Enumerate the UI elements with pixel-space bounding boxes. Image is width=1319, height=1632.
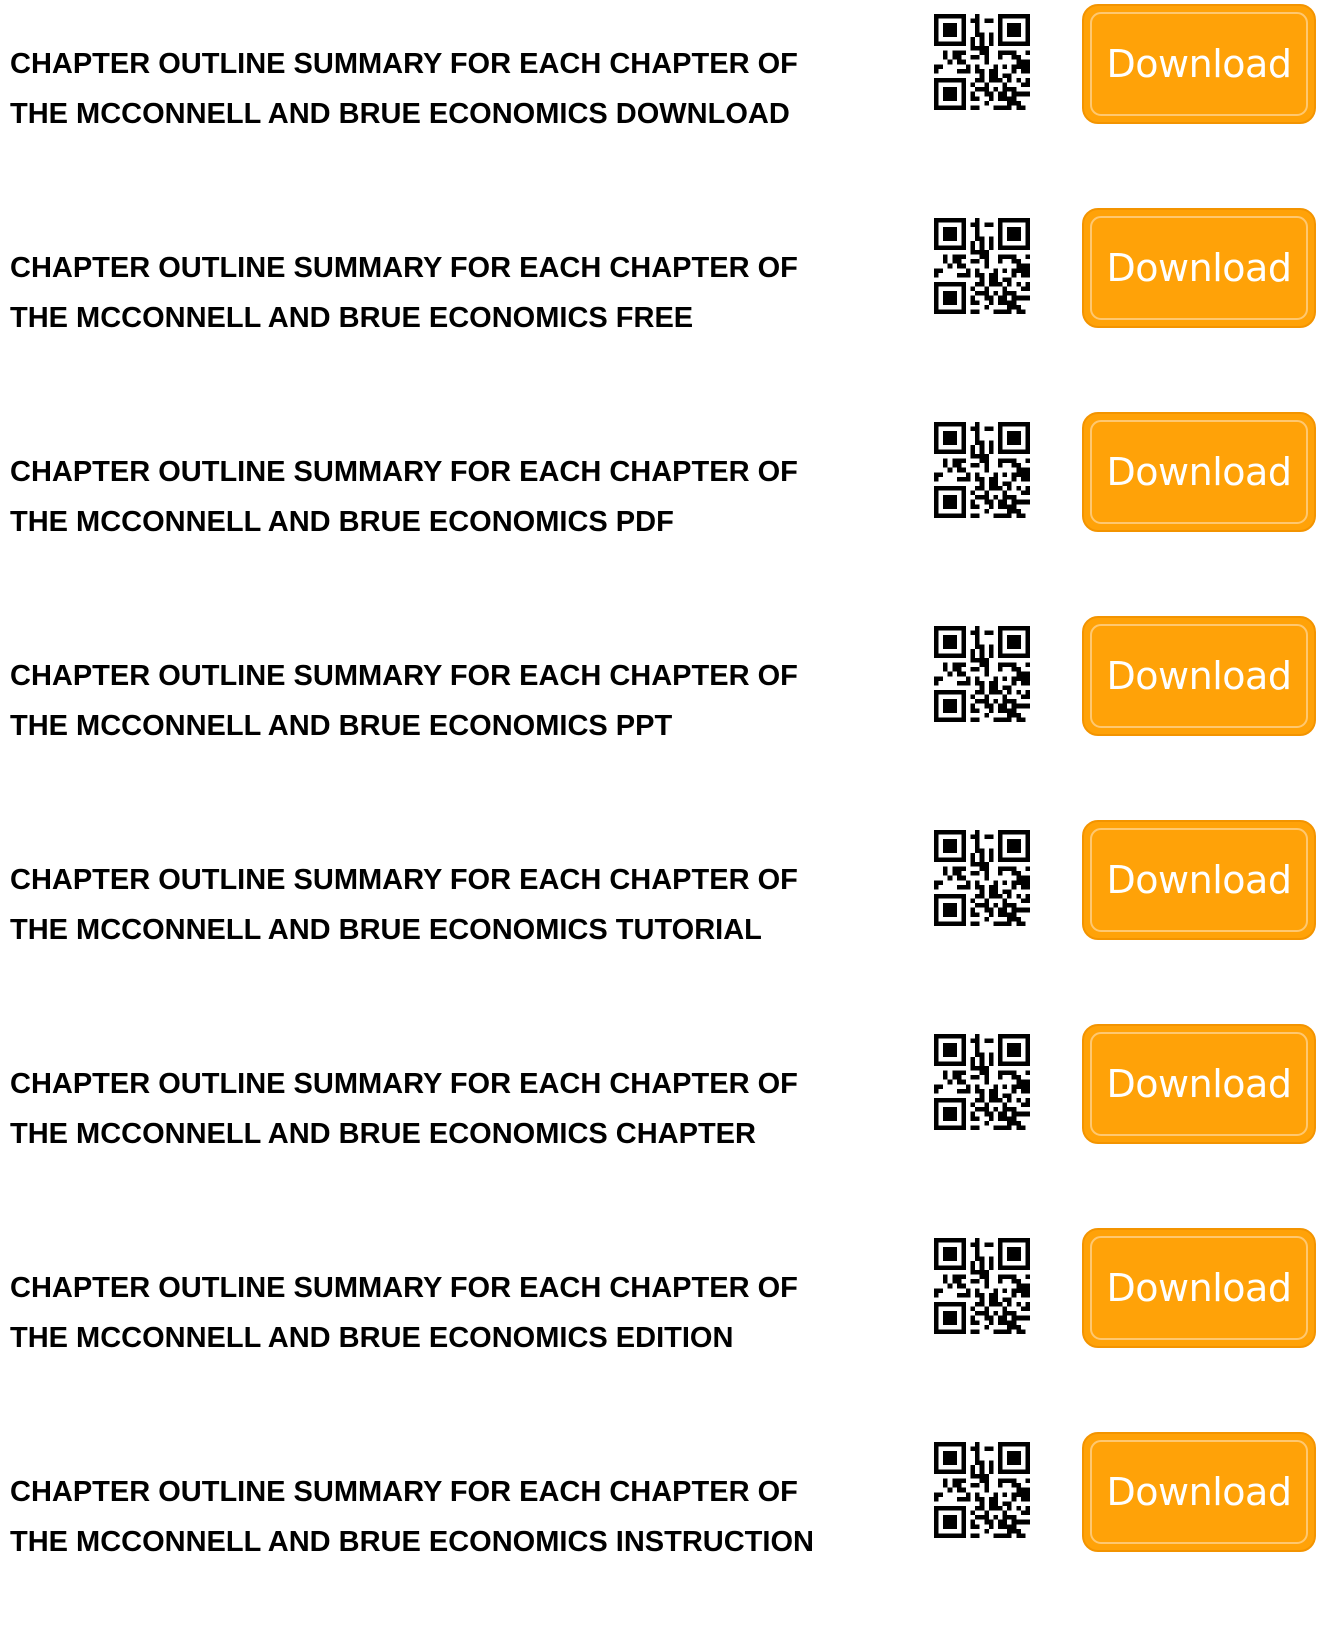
entry-title: CHAPTER OUTLINE SUMMARY FOR EACH CHAPTER… [10, 243, 890, 343]
download-row: CHAPTER OUTLINE SUMMARY FOR EACH CHAPTER… [0, 816, 1319, 1020]
entry-title: CHAPTER OUTLINE SUMMARY FOR EACH CHAPTER… [10, 1059, 890, 1159]
entry-title-line1: CHAPTER OUTLINE SUMMARY FOR EACH CHAPTER… [10, 1068, 798, 1100]
qr-code-graphic [934, 626, 1030, 722]
entry-title-line1: CHAPTER OUTLINE SUMMARY FOR EACH CHAPTER… [10, 660, 798, 692]
entry-title-line2: THE MCCONNELL AND BRUE ECONOMICS FREE [10, 302, 694, 334]
qr-code-graphic [934, 1034, 1030, 1130]
download-row: CHAPTER OUTLINE SUMMARY FOR EACH CHAPTER… [0, 204, 1319, 408]
download-row: CHAPTER OUTLINE SUMMARY FOR EACH CHAPTER… [0, 1428, 1319, 1632]
entry-title-line2: THE MCCONNELL AND BRUE ECONOMICS INSTRUC… [10, 1526, 814, 1558]
qr-code-graphic [934, 1442, 1030, 1538]
download-button-label: Download [1106, 1266, 1292, 1310]
qr-code-icon [934, 830, 1030, 926]
qr-code-icon [934, 14, 1030, 110]
qr-code-icon [934, 422, 1030, 518]
entry-title-line2: THE MCCONNELL AND BRUE ECONOMICS DOWNLOA… [10, 98, 790, 130]
qr-code-graphic [934, 830, 1030, 926]
qr-code-icon [934, 1238, 1030, 1334]
download-button[interactable]: Download [1082, 208, 1316, 328]
entry-title-line2: THE MCCONNELL AND BRUE ECONOMICS PPT [10, 710, 673, 742]
entry-title: CHAPTER OUTLINE SUMMARY FOR EACH CHAPTER… [10, 39, 890, 139]
entry-title-line2: THE MCCONNELL AND BRUE ECONOMICS EDITION [10, 1322, 734, 1354]
download-button[interactable]: Download [1082, 616, 1316, 736]
qr-code-graphic [934, 218, 1030, 314]
download-button-label: Download [1106, 246, 1292, 290]
qr-code-graphic [934, 422, 1030, 518]
qr-code-icon [934, 1034, 1030, 1130]
entry-title-line1: CHAPTER OUTLINE SUMMARY FOR EACH CHAPTER… [10, 456, 798, 488]
download-button-label: Download [1106, 654, 1292, 698]
download-button[interactable]: Download [1082, 412, 1316, 532]
entry-title: CHAPTER OUTLINE SUMMARY FOR EACH CHAPTER… [10, 1467, 890, 1567]
download-button-label: Download [1106, 450, 1292, 494]
entry-title: CHAPTER OUTLINE SUMMARY FOR EACH CHAPTER… [10, 651, 890, 751]
entry-title: CHAPTER OUTLINE SUMMARY FOR EACH CHAPTER… [10, 1263, 890, 1363]
download-button-label: Download [1106, 42, 1292, 86]
download-button-label: Download [1106, 858, 1292, 902]
qr-code-icon [934, 626, 1030, 722]
download-button[interactable]: Download [1082, 1024, 1316, 1144]
entry-title-line1: CHAPTER OUTLINE SUMMARY FOR EACH CHAPTER… [10, 1476, 798, 1508]
entry-title-line1: CHAPTER OUTLINE SUMMARY FOR EACH CHAPTER… [10, 252, 798, 284]
qr-code-graphic [934, 1238, 1030, 1334]
qr-code-graphic [934, 14, 1030, 110]
entry-title-line1: CHAPTER OUTLINE SUMMARY FOR EACH CHAPTER… [10, 1272, 798, 1304]
download-button[interactable]: Download [1082, 820, 1316, 940]
download-row: CHAPTER OUTLINE SUMMARY FOR EACH CHAPTER… [0, 408, 1319, 612]
entry-title-line1: CHAPTER OUTLINE SUMMARY FOR EACH CHAPTER… [10, 48, 798, 80]
entry-title-line1: CHAPTER OUTLINE SUMMARY FOR EACH CHAPTER… [10, 864, 798, 896]
download-row: CHAPTER OUTLINE SUMMARY FOR EACH CHAPTER… [0, 0, 1319, 204]
entry-title-line2: THE MCCONNELL AND BRUE ECONOMICS CHAPTER [10, 1118, 756, 1150]
qr-code-icon [934, 1442, 1030, 1538]
qr-code-icon [934, 218, 1030, 314]
download-button-label: Download [1106, 1062, 1292, 1106]
entry-title: CHAPTER OUTLINE SUMMARY FOR EACH CHAPTER… [10, 447, 890, 547]
entry-title-line2: THE MCCONNELL AND BRUE ECONOMICS PDF [10, 506, 674, 538]
download-row: CHAPTER OUTLINE SUMMARY FOR EACH CHAPTER… [0, 1224, 1319, 1428]
download-row: CHAPTER OUTLINE SUMMARY FOR EACH CHAPTER… [0, 1020, 1319, 1224]
entry-title-line2: THE MCCONNELL AND BRUE ECONOMICS TUTORIA… [10, 914, 762, 946]
download-button-label: Download [1106, 1470, 1292, 1514]
download-button[interactable]: Download [1082, 1228, 1316, 1348]
download-row: CHAPTER OUTLINE SUMMARY FOR EACH CHAPTER… [0, 612, 1319, 816]
entry-title: CHAPTER OUTLINE SUMMARY FOR EACH CHAPTER… [10, 855, 890, 955]
download-button[interactable]: Download [1082, 4, 1316, 124]
download-button[interactable]: Download [1082, 1432, 1316, 1552]
